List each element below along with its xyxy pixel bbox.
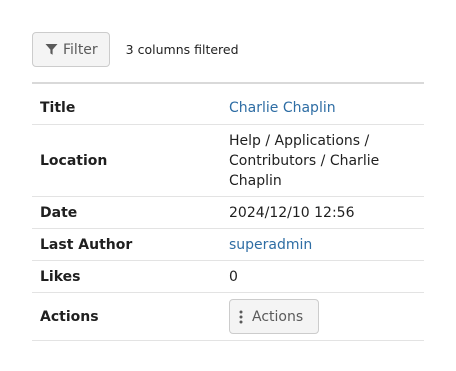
livedata-toolbar: Filter 3 columns filtered	[32, 32, 239, 67]
date-label: Date	[32, 196, 229, 229]
filter-button[interactable]: Filter	[32, 32, 110, 67]
title-label: Title	[32, 92, 229, 125]
livedata-panel: Filter 3 columns filtered Title Charlie …	[0, 0, 456, 371]
filter-button-label: Filter	[63, 41, 98, 58]
table-row-likes: Likes 0	[32, 260, 424, 293]
filter-icon	[45, 43, 58, 56]
location-label: Location	[32, 124, 229, 197]
actions-dropdown-button[interactable]: Actions	[229, 299, 319, 334]
date-value: 2024/12/10 12:56	[229, 196, 424, 229]
table-row-location: Location Help / Applications / Contribut…	[32, 124, 424, 197]
entry-details-table: Title Charlie Chaplin Location Help / Ap…	[32, 92, 424, 341]
actions-button-label: Actions	[252, 308, 304, 325]
likes-value: 0	[229, 260, 424, 293]
location-value: Help / Applications / Contributors / Cha…	[229, 132, 380, 189]
filter-status-text: 3 columns filtered	[125, 42, 239, 57]
likes-label: Likes	[32, 260, 229, 293]
last-author-label: Last Author	[32, 228, 229, 261]
last-author-link[interactable]: superadmin	[229, 237, 312, 253]
table-row-title: Title Charlie Chaplin	[32, 92, 424, 125]
table-row-date: Date 2024/12/10 12:56	[32, 196, 424, 229]
table-row-last-author: Last Author superadmin	[32, 228, 424, 261]
vertical-ellipsis-icon	[239, 310, 243, 324]
table-row-actions: Actions Actions	[32, 292, 424, 341]
title-link[interactable]: Charlie Chaplin	[229, 100, 336, 116]
table-top-divider	[32, 82, 424, 84]
actions-label: Actions	[32, 292, 229, 341]
